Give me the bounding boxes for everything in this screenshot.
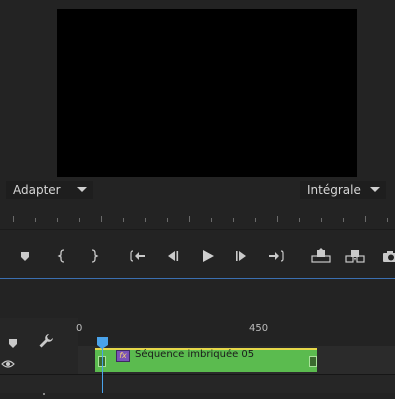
go-to-in-icon[interactable]: [130, 248, 146, 264]
fx-badge: fx: [116, 350, 130, 362]
lift-icon[interactable]: [311, 248, 331, 264]
timeline-ruler[interactable]: 0 450: [76, 318, 395, 346]
audio-track-a1[interactable]: [0, 375, 395, 393]
play-icon[interactable]: [200, 248, 216, 264]
step-back-icon[interactable]: [164, 248, 180, 264]
add-marker-icon[interactable]: [7, 335, 19, 348]
playback-resolution-dropdown[interactable]: Intégrale: [300, 181, 386, 199]
eye-icon[interactable]: [1, 354, 15, 368]
fit-dropdown[interactable]: Adapter: [6, 181, 93, 199]
go-to-out-icon[interactable]: [268, 248, 284, 264]
clip-end-marker: [309, 356, 317, 367]
fit-dropdown-value: Adapter: [13, 183, 61, 197]
resolution-dropdown-value: Intégrale: [307, 183, 361, 197]
ruler-label-start: 0: [76, 323, 83, 334]
marker-icon[interactable]: [17, 248, 33, 264]
program-monitor: Adapter Intégrale: [0, 0, 395, 272]
playhead-handle[interactable]: [97, 337, 108, 345]
mark-in-icon[interactable]: [54, 248, 70, 264]
monitor-time-ruler[interactable]: [0, 208, 395, 226]
extract-icon[interactable]: [345, 248, 365, 264]
clip-label: Séquence imbriquée 05: [135, 349, 255, 360]
step-forward-icon[interactable]: [234, 248, 250, 264]
divider: [0, 229, 395, 230]
export-frame-icon[interactable]: [382, 248, 395, 264]
ruler-label-450: 450: [249, 323, 269, 334]
playhead-tip: [97, 345, 108, 349]
chevron-down-icon: [370, 187, 380, 192]
video-preview[interactable]: [57, 9, 357, 177]
wrench-icon[interactable]: [38, 333, 54, 349]
mark-out-icon[interactable]: [86, 248, 102, 264]
chevron-down-icon: [77, 187, 87, 192]
